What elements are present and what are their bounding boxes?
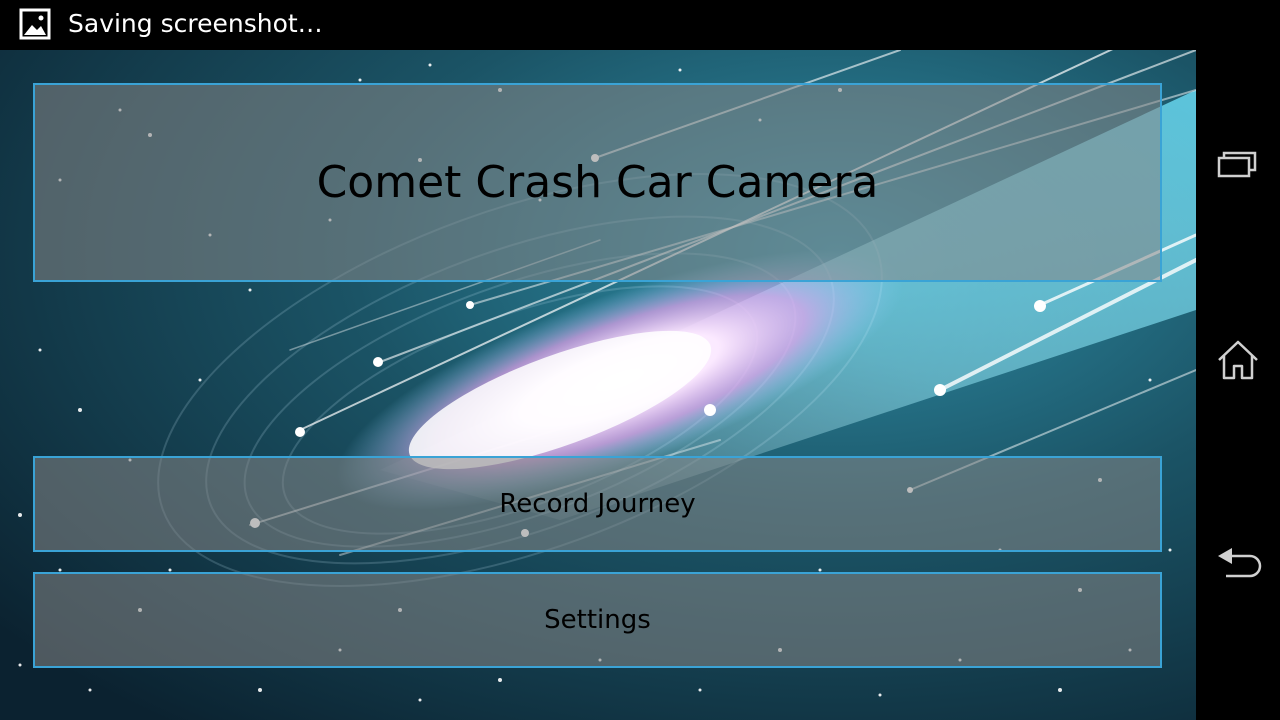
app-title: Comet Crash Car Camera bbox=[316, 157, 879, 208]
settings-label: Settings bbox=[544, 605, 651, 635]
status-bar: Saving screenshot… bbox=[0, 0, 1280, 50]
back-icon[interactable] bbox=[1210, 534, 1266, 590]
navigation-bar bbox=[1196, 50, 1280, 720]
app-title-banner: Comet Crash Car Camera bbox=[33, 83, 1162, 282]
record-journey-button[interactable]: Record Journey bbox=[33, 456, 1162, 552]
record-journey-label: Record Journey bbox=[499, 489, 696, 519]
image-icon bbox=[19, 8, 51, 40]
recent-apps-icon[interactable] bbox=[1210, 136, 1266, 192]
app-screen: Comet Crash Car Camera Record Journey Se… bbox=[0, 50, 1196, 720]
home-icon[interactable] bbox=[1210, 332, 1266, 388]
settings-button[interactable]: Settings bbox=[33, 572, 1162, 668]
status-notification-text: Saving screenshot… bbox=[68, 9, 323, 38]
